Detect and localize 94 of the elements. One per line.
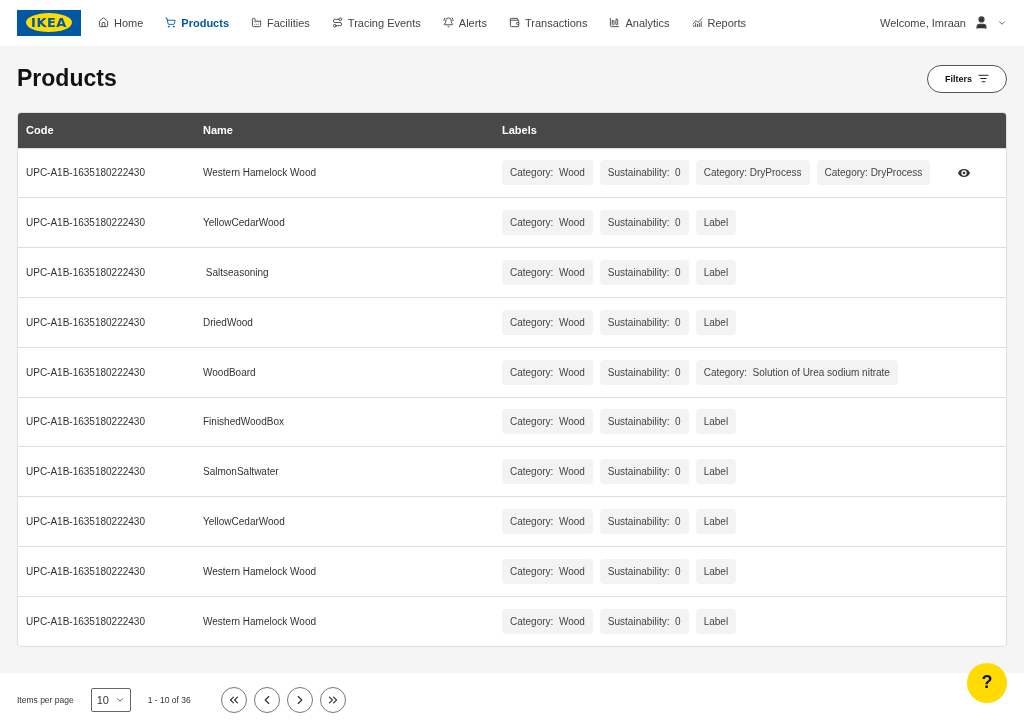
welcome-text: Welcome, Imraan — [880, 16, 966, 29]
table-cell-text: Western Hamelock Wood — [203, 615, 317, 627]
label-tag: Label — [695, 459, 737, 485]
label-tag: Sustainability: 0 — [599, 558, 689, 584]
label-tag: Category: Wood — [502, 210, 593, 236]
label-tag: Label — [695, 210, 737, 236]
nav-link[interactable]: Home — [98, 16, 144, 29]
table-row[interactable]: UPC-A1B-1635180222430 DriedWood Category: Wood Sustainability: 0 Label — [18, 296, 1006, 347]
nav-icon — [609, 17, 621, 29]
label-tag: Category: Wood — [502, 359, 593, 385]
table-cell-text: UPC-A1B-1635180222430 — [26, 316, 146, 328]
column-header: Name — [203, 124, 234, 137]
label-tag: Label — [695, 309, 737, 335]
items-per-page-label: Items per page — [17, 695, 74, 706]
table-cell-text: WoodBoard — [203, 366, 257, 378]
table-cell-text: DriedWood — [203, 316, 254, 328]
label-tag: Category: Wood — [502, 509, 593, 535]
table-cell-text: SalmonSaltwater — [203, 466, 280, 478]
table-row[interactable]: UPC-A1B-1635180222430 YellowCedarWood Category: Wood Sustainability: 0 Label — [18, 197, 1006, 248]
table-row[interactable]: UPC-A1B-1635180222430 SalmonSaltwater Category: Wood Sustainability: 0 Label — [18, 446, 1006, 497]
nav-link[interactable]: Transactions — [508, 16, 588, 29]
table-row[interactable]: UPC-A1B-1635180222430 Western Hamelock Wood Category: Wood Sustainability: 0 Label — [18, 545, 1006, 596]
table-cell-text: YellowCedarWood — [203, 516, 286, 528]
table-cell-text: Western Hamelock Wood — [203, 167, 317, 179]
label-tag: Sustainability: 0 — [599, 459, 689, 485]
nav-link[interactable]: Tracing Events — [331, 16, 421, 29]
nav-link[interactable]: Products — [165, 16, 230, 29]
table-row[interactable]: UPC-A1B-1635180222430 Saltseasoning Category: Wood Sustainability: 0 Label — [18, 247, 1006, 297]
label-tag: Category: Wood — [502, 409, 593, 435]
label-tag: Sustainability: 0 — [599, 260, 689, 286]
help-button[interactable]: ? — [967, 662, 1007, 703]
label-tag: Sustainability: 0 — [599, 409, 689, 435]
nav-link[interactable]: Alerts — [442, 16, 487, 29]
label-tag: Sustainability: 0 — [599, 309, 689, 335]
filter-icon — [978, 73, 989, 85]
label-tag: Category: DryProcess — [695, 160, 810, 186]
label-tag: Label — [695, 558, 737, 584]
table-cell-text: UPC-A1B-1635180222430 — [26, 416, 146, 428]
label-tag: Category: Wood — [502, 459, 593, 485]
nav-icon — [165, 17, 177, 29]
table-cell-text: UPC-A1B-1635180222430 — [26, 466, 146, 478]
table-cell-text: UPC-A1B-1635180222430 — [26, 615, 146, 627]
page-nav-button[interactable] — [319, 687, 346, 714]
table-cell-text: UPC-A1B-1635180222430 — [26, 366, 146, 378]
nav-link[interactable]: Analytics — [609, 16, 670, 29]
nav-icon — [98, 17, 109, 29]
label-tag: Category: Wood — [502, 608, 593, 634]
page-nav-button[interactable] — [286, 687, 313, 714]
page-nav-button[interactable] — [220, 687, 247, 714]
table-cell-text: UPC-A1B-1635180222430 — [26, 516, 146, 528]
label-tag: Sustainability: 0 — [599, 509, 689, 535]
page-title: Products — [17, 65, 117, 93]
label-tag: Sustainability: 0 — [599, 608, 689, 634]
label-tag: Label — [695, 409, 737, 435]
label-tag: Category: Wood — [502, 309, 593, 335]
table-cell-text: UPC-A1B-1635180222430 — [26, 267, 146, 279]
filters-button[interactable]: Filters — [927, 64, 1007, 93]
nav-icon — [251, 17, 263, 29]
label-tag: Label — [695, 608, 737, 634]
page-nav-button[interactable] — [253, 687, 280, 714]
table-cell-text: UPC-A1B-1635180222430 — [26, 217, 146, 229]
table-cell-text: FinishedWoodBox — [203, 416, 285, 428]
nav-link[interactable]: Reports — [691, 16, 747, 29]
column-header: Labels — [502, 124, 538, 137]
nav-icon — [691, 17, 703, 29]
table-cell-text: UPC-A1B-1635180222430 — [26, 167, 146, 179]
table-row[interactable]: UPC-A1B-1635180222430 YellowCedarWood Category: Wood Sustainability: 0 Label — [18, 496, 1006, 546]
nav-icon — [331, 17, 343, 29]
label-tag: Category: Wood — [502, 160, 593, 186]
table-row[interactable]: UPC-A1B-1635180222430 FinishedWoodBox Category: Wood Sustainability: 0 Label — [18, 396, 1006, 447]
page-range: 1 - 10 of 36 — [147, 695, 191, 706]
table-cell-text: UPC-A1B-1635180222430 — [26, 565, 146, 577]
label-tag: Sustainability: 0 — [599, 210, 689, 236]
label-tag: Category: Wood — [502, 558, 593, 584]
table-cell-text: Western Hamelock Wood — [203, 565, 317, 577]
logo[interactable]: IKEA — [17, 9, 81, 36]
nav-link[interactable]: Facilities — [251, 16, 310, 29]
label-tag: Sustainability: 0 — [599, 359, 689, 385]
label-tag: Category: DryProcess — [816, 160, 931, 186]
label-tag: Category: Solution of Urea sodium nitrate — [695, 359, 898, 385]
label-tag: Sustainability: 0 — [599, 160, 689, 186]
table-row[interactable]: UPC-A1B-1635180222430 Western Hamelock Wood Category: Wood Sustainability: 0 Label — [18, 595, 1006, 646]
label-tag: Label — [695, 509, 737, 535]
user-icon[interactable] — [974, 15, 989, 31]
nav-icon — [442, 17, 454, 29]
column-header: Code — [26, 124, 55, 137]
table-row[interactable]: UPC-A1B-1635180222430 Western Hamelock Wood Category: Wood Sustainability: 0 Category: DryProcess Category: DryProcess — [18, 147, 1006, 198]
table-cell-text: Saltseasoning — [204, 267, 270, 279]
table-row[interactable]: UPC-A1B-1635180222430 WoodBoard Category: Wood Sustainability: 0 Category: Solution of Urea sodium nitrate — [18, 346, 1006, 397]
table-cell-text: YellowCedarWood — [203, 217, 286, 229]
label-tag: Label — [695, 260, 737, 286]
label-tag: Category: Wood — [502, 260, 593, 286]
page-size-select[interactable]: 10 — [90, 688, 131, 713]
nav-icon — [508, 17, 520, 29]
